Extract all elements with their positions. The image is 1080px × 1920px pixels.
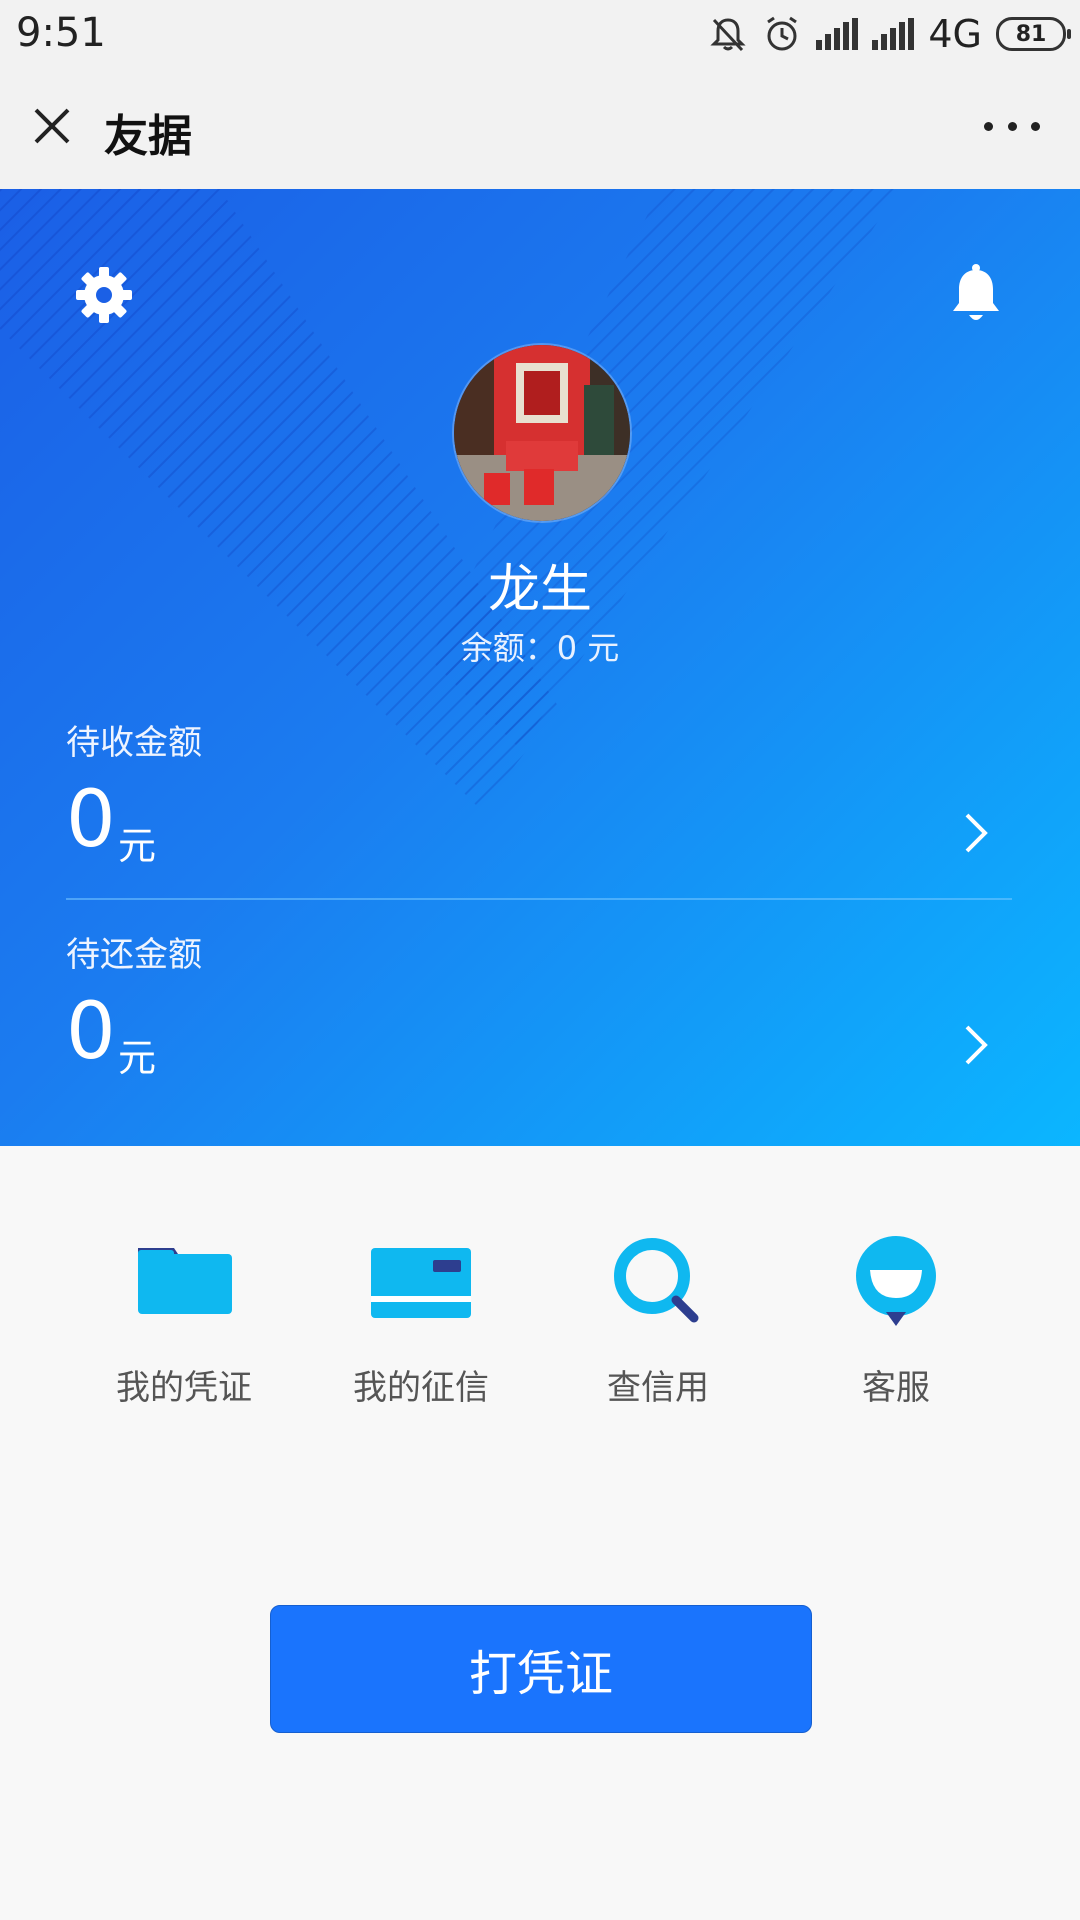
dot-icon (1007, 121, 1017, 131)
customer-service-label: 客服 (862, 1368, 930, 1408)
alarm-icon (767, 16, 798, 51)
profile-header: 龙生 余额：0 元 待收金额 0 元 待还金额 0 元 (0, 189, 1080, 1146)
battery-icon: 81 (996, 17, 1071, 51)
card-icon (371, 1248, 471, 1318)
title-bar: 友据 (0, 68, 1080, 190)
payable-value: 0 (66, 987, 116, 1077)
balance-text: 余额：0 元 (460, 629, 620, 667)
status-time: 9:51 (16, 10, 106, 56)
avatar-image (454, 345, 630, 521)
payable-label: 待还金额 (66, 935, 202, 975)
chevron-right-icon (965, 813, 988, 853)
customer-service-icon (856, 1236, 936, 1326)
receivable-amount-row[interactable]: 待收金额 0 元 (66, 715, 1012, 915)
divider (66, 898, 1012, 900)
receivable-label: 待收金额 (66, 723, 202, 763)
avatar[interactable] (452, 343, 632, 523)
magnifier-icon (614, 1238, 699, 1323)
bell-icon[interactable] (950, 263, 1002, 325)
close-icon[interactable] (28, 102, 76, 150)
check-credit-label: 查信用 (607, 1368, 709, 1408)
folder-icon (138, 1248, 232, 1314)
status-bar: 9:51 4G 81 (0, 0, 1080, 68)
receivable-value: 0 (66, 775, 116, 865)
mute-icon (710, 18, 746, 52)
create-voucher-button[interactable]: 打凭证 (270, 1605, 812, 1733)
status-icons: 4G 81 (708, 12, 1071, 56)
my-vouchers-button[interactable]: 我的凭证 (84, 1220, 284, 1410)
my-credit-report-label: 我的征信 (353, 1368, 489, 1408)
signal-icon (872, 18, 915, 50)
payable-amount-row[interactable]: 待还金额 0 元 (66, 927, 1012, 1127)
my-credit-report-button[interactable]: 我的征信 (321, 1220, 521, 1410)
payable-unit: 元 (118, 1036, 157, 1080)
network-type: 4G (928, 12, 982, 56)
signal-icon (816, 18, 859, 50)
quick-actions: 我的凭证 我的征信 查信用 客服 (0, 1220, 1080, 1420)
page-title: 友据 (104, 111, 192, 162)
dot-icon (984, 121, 993, 131)
dot-icon (1031, 121, 1040, 131)
user-name: 龙生 (487, 560, 592, 620)
check-credit-button[interactable]: 查信用 (558, 1220, 758, 1410)
settings-gear-icon[interactable] (74, 265, 134, 325)
customer-service-button[interactable]: 客服 (796, 1220, 996, 1410)
chevron-right-icon (965, 1025, 988, 1065)
battery-level: 81 (1015, 21, 1047, 47)
my-vouchers-label: 我的凭证 (116, 1368, 252, 1408)
more-options-button[interactable] (984, 118, 1040, 134)
receivable-unit: 元 (118, 824, 157, 868)
